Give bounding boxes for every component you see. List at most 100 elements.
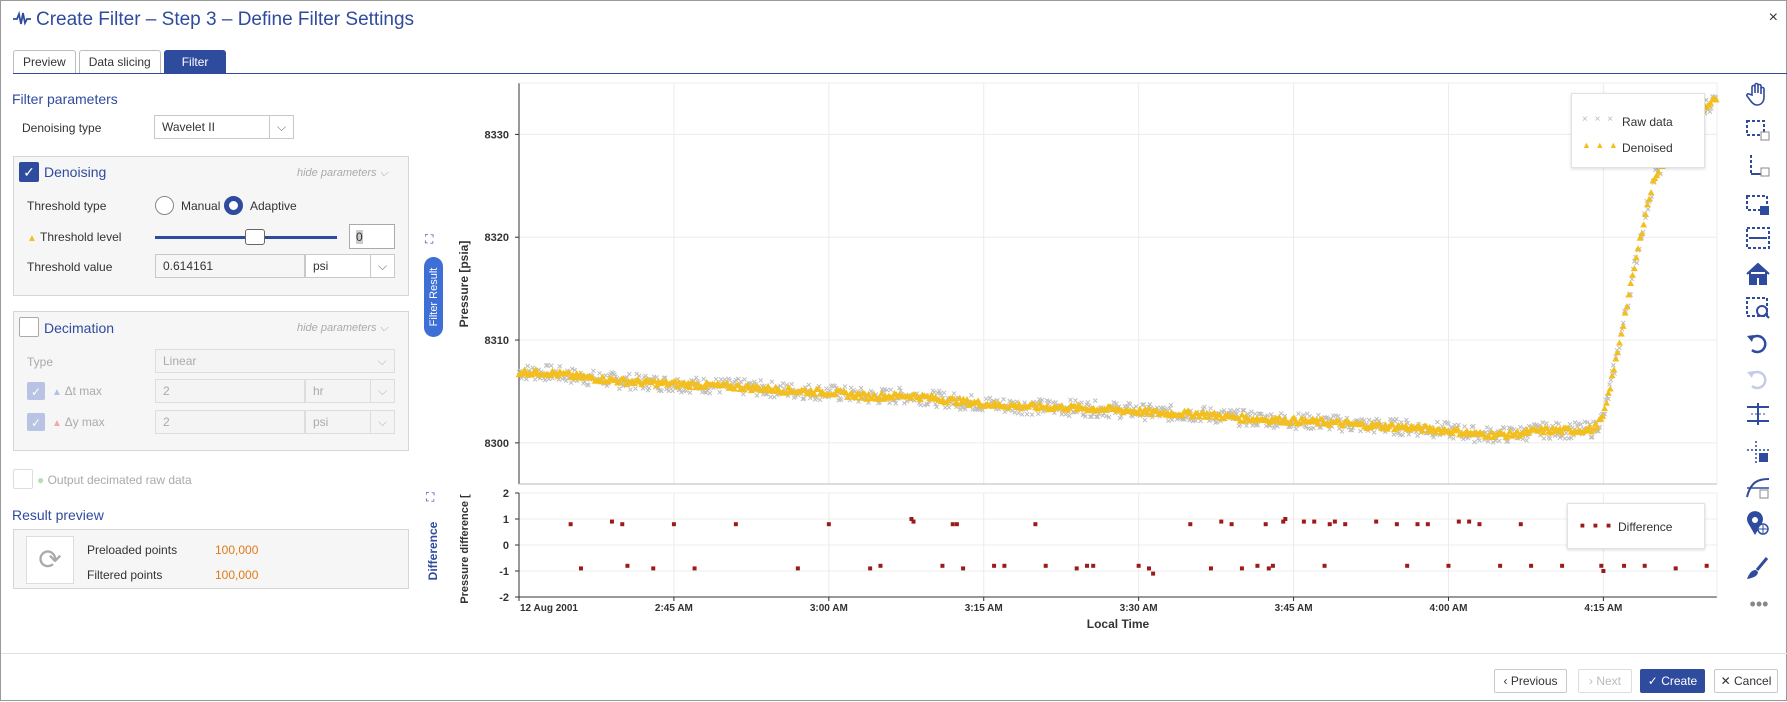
denoised-point <box>1175 411 1183 418</box>
raw-data-point <box>1250 423 1256 428</box>
raw-data-point <box>1655 167 1661 173</box>
cancel-button[interactable]: ✕ Cancel <box>1714 669 1778 693</box>
previous-button[interactable]: ‹ Previous <box>1494 669 1567 693</box>
output-decimated-checkbox[interactable] <box>13 469 33 489</box>
difference-side-tab[interactable]: Difference <box>423 516 443 586</box>
adaptive-radio[interactable] <box>224 196 243 215</box>
x-zoom-icon[interactable] <box>1745 153 1773 181</box>
denoising-type-select[interactable]: Wavelet II ⌵ <box>154 115 294 139</box>
expand-icon[interactable]: ⛶ <box>426 490 434 505</box>
raw-data-point <box>1576 421 1581 426</box>
next-button[interactable]: › Next <box>1578 669 1632 693</box>
decimation-type-label: Type <box>27 355 54 369</box>
curve-select-icon[interactable] <box>1745 475 1773 503</box>
dt-max-field[interactable]: 2 <box>155 379 305 403</box>
box-zoom-icon[interactable] <box>1745 117 1773 145</box>
denoised-point <box>1400 424 1408 431</box>
raw-data-point <box>1705 107 1710 113</box>
raw-data-point <box>1555 432 1560 438</box>
raw-data-point <box>846 395 852 400</box>
raw-data-point <box>1180 417 1186 422</box>
raw-data-point <box>820 393 825 399</box>
y-tick-label: 8300 <box>485 438 509 450</box>
denoised-point <box>1642 211 1650 218</box>
denoised-point <box>1208 411 1216 418</box>
dt-unit-select[interactable]: hr ⌵ <box>305 379 395 403</box>
tab-preview[interactable]: Preview <box>13 50 76 74</box>
denoising-checkbox[interactable]: ✓ <box>19 162 39 182</box>
denoised-point <box>667 379 675 386</box>
raw-data-point <box>1630 266 1636 272</box>
raw-data-point <box>594 376 600 382</box>
tab-data-slicing[interactable]: Data slicing <box>78 50 161 74</box>
refresh-icon[interactable]: ⟳ <box>26 536 74 584</box>
raw-data-point <box>1204 412 1210 418</box>
raw-data-point <box>797 388 803 394</box>
raw-data-point <box>1122 403 1128 409</box>
raw-data-point <box>1603 397 1609 403</box>
select-x-icon[interactable] <box>1745 225 1773 253</box>
threshold-level-input[interactable]: 0 <box>349 224 395 249</box>
denoised-point <box>602 378 610 385</box>
denoised-point <box>614 379 622 386</box>
expand-icon[interactable]: ⛶ <box>425 232 433 247</box>
home-icon[interactable] <box>1745 261 1773 289</box>
difference-point <box>1085 563 1090 568</box>
raw-data-point <box>1539 428 1544 433</box>
denoised-point <box>909 391 917 398</box>
filter-result-side-tab[interactable]: Filter Result <box>424 257 443 337</box>
dy-unit-value: psi <box>313 415 329 429</box>
threshold-value-field[interactable]: 0.614161 <box>155 254 305 278</box>
raw-data-point <box>1366 417 1372 423</box>
denoised-point <box>1606 385 1614 392</box>
decimation-type-select[interactable]: Linear ⌵ <box>155 349 395 373</box>
dy-max-field[interactable]: 2 <box>155 410 305 434</box>
crosshair-lines-icon[interactable] <box>1745 401 1773 429</box>
redo-icon[interactable] <box>1745 367 1773 395</box>
brush-icon[interactable] <box>1745 556 1773 584</box>
denoised-point <box>963 395 971 402</box>
more-icon[interactable]: ••• <box>1745 595 1773 625</box>
raw-data-point <box>1064 404 1070 410</box>
raw-data-point <box>843 395 849 401</box>
manual-radio[interactable] <box>155 196 174 215</box>
x-tick-label: 3:15 AM <box>965 603 1003 614</box>
denoised-point <box>1205 413 1213 420</box>
hand-pan-icon[interactable] <box>1745 81 1773 109</box>
y-tick-label: 8320 <box>485 232 509 244</box>
threshold-level-slider-thumb[interactable] <box>245 229 266 245</box>
raw-data-point <box>1462 424 1467 429</box>
undo-icon[interactable] <box>1745 331 1773 359</box>
denoising-hide-parameters[interactable]: hide parameters ⌵ <box>297 167 388 180</box>
difference-point <box>1498 563 1503 568</box>
dy-max-checkbox[interactable]: ✓ <box>27 413 45 431</box>
raw-data-point <box>522 369 528 375</box>
raw-data-point <box>850 390 855 396</box>
raw-data-point <box>1260 417 1265 423</box>
denoised-point <box>640 378 648 385</box>
tab-filter[interactable]: Filter <box>163 50 227 74</box>
raw-data-point <box>1070 409 1076 415</box>
select-box-icon[interactable] <box>1745 193 1773 221</box>
raw-data-point <box>1572 420 1578 425</box>
marker-add-icon[interactable] <box>1745 511 1773 539</box>
zoom-fit-icon[interactable] <box>1745 295 1773 323</box>
difference-point <box>651 566 656 571</box>
decimation-hide-parameters[interactable]: hide parameters ⌵ <box>297 322 388 335</box>
threshold-unit-select[interactable]: psi ⌵ <box>305 254 395 278</box>
decimation-checkbox[interactable] <box>19 317 39 337</box>
denoised-point <box>1368 419 1376 426</box>
raw-data-point <box>925 402 931 407</box>
raw-data-point <box>915 394 921 399</box>
output-decimated-row: ● Output decimated raw data <box>37 473 192 487</box>
raw-data-point <box>1304 411 1310 417</box>
close-button[interactable]: × <box>1769 9 1778 27</box>
dy-unit-select[interactable]: psi ⌵ <box>305 410 395 434</box>
raw-data-point <box>712 382 718 388</box>
point-select-icon[interactable] <box>1745 439 1773 467</box>
step-tabs: Preview Data slicing Filter <box>13 50 227 74</box>
raw-data-point <box>995 398 1000 403</box>
raw-data-point <box>1536 424 1542 429</box>
create-button[interactable]: ✓ Create <box>1640 669 1705 693</box>
dt-max-checkbox[interactable]: ✓ <box>27 382 45 400</box>
